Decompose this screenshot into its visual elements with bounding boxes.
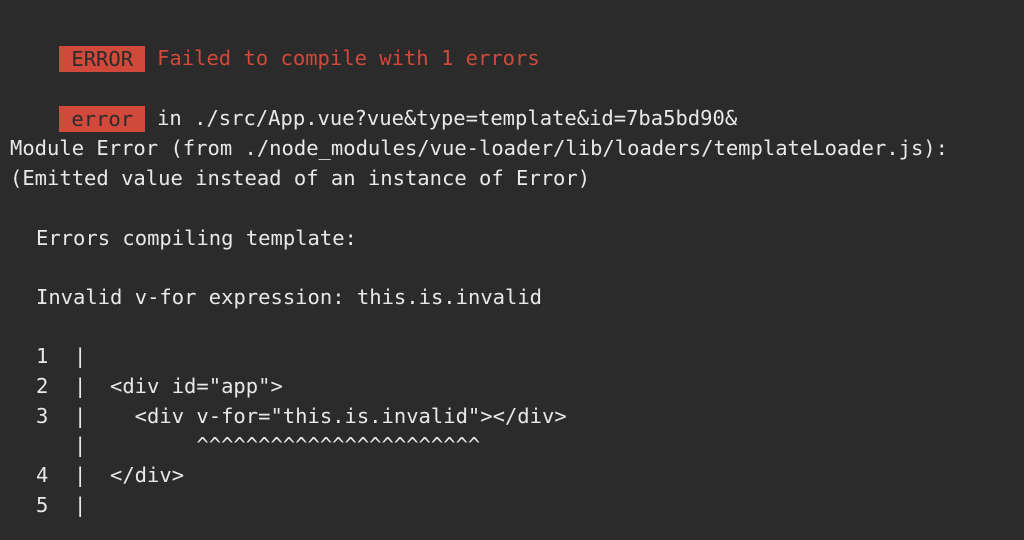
error-location: in ./src/App.vue?vue&type=template&id=7b… [157,106,738,130]
gutter-pipe: | [74,374,87,398]
compile-status-line: ERROR Failed to compile with 1 errors [10,13,540,72]
error-badge: ERROR [59,46,146,72]
code-frame-row: 3 | <div v-for="this.is.invalid"></div> [36,401,567,431]
module-error-line: Module Error (from ./node_modules/vue-lo… [10,136,948,160]
code-text: </div> [110,463,185,487]
error-location-line: error in ./src/App.vue?vue&type=template&… [10,73,737,132]
line-number: 5 [36,493,49,517]
error-caret-marker: ^^^^^^^^^^^^^^^^^^^^^^^ [110,433,481,457]
code-frame-row: | ^^^^^^^^^^^^^^^^^^^^^^^ [36,430,480,460]
error-message: Invalid v-for expression: this.is.invali… [36,285,543,309]
emitted-value-line: (Emitted value instead of an instance of… [10,166,591,190]
code-frame-row: 1 | [36,341,110,371]
line-number: 3 [36,404,49,428]
code-text: <div v-for="this.is.invalid"></div> [110,404,567,428]
line-number: 2 [36,374,49,398]
errors-heading: Errors compiling template: [36,226,357,250]
terminal-output: ERROR Failed to compile with 1 errors err… [0,0,1024,540]
gutter-pipe: | [74,433,87,457]
gutter-pipe: | [74,463,87,487]
line-number: 1 [36,344,49,368]
code-frame-row: 4 | </div> [36,460,184,490]
code-frame-row: 5 | [36,490,110,520]
code-frame-row: 2 | <div id="app"> [36,371,283,401]
compile-status-message: Failed to compile with 1 errors [157,46,540,70]
gutter-pipe: | [74,344,87,368]
error-badge-lower: error [59,106,146,132]
gutter-pipe: | [74,404,87,428]
line-number: 4 [36,463,49,487]
code-text: <div id="app"> [110,374,283,398]
gutter-pipe: | [74,493,87,517]
